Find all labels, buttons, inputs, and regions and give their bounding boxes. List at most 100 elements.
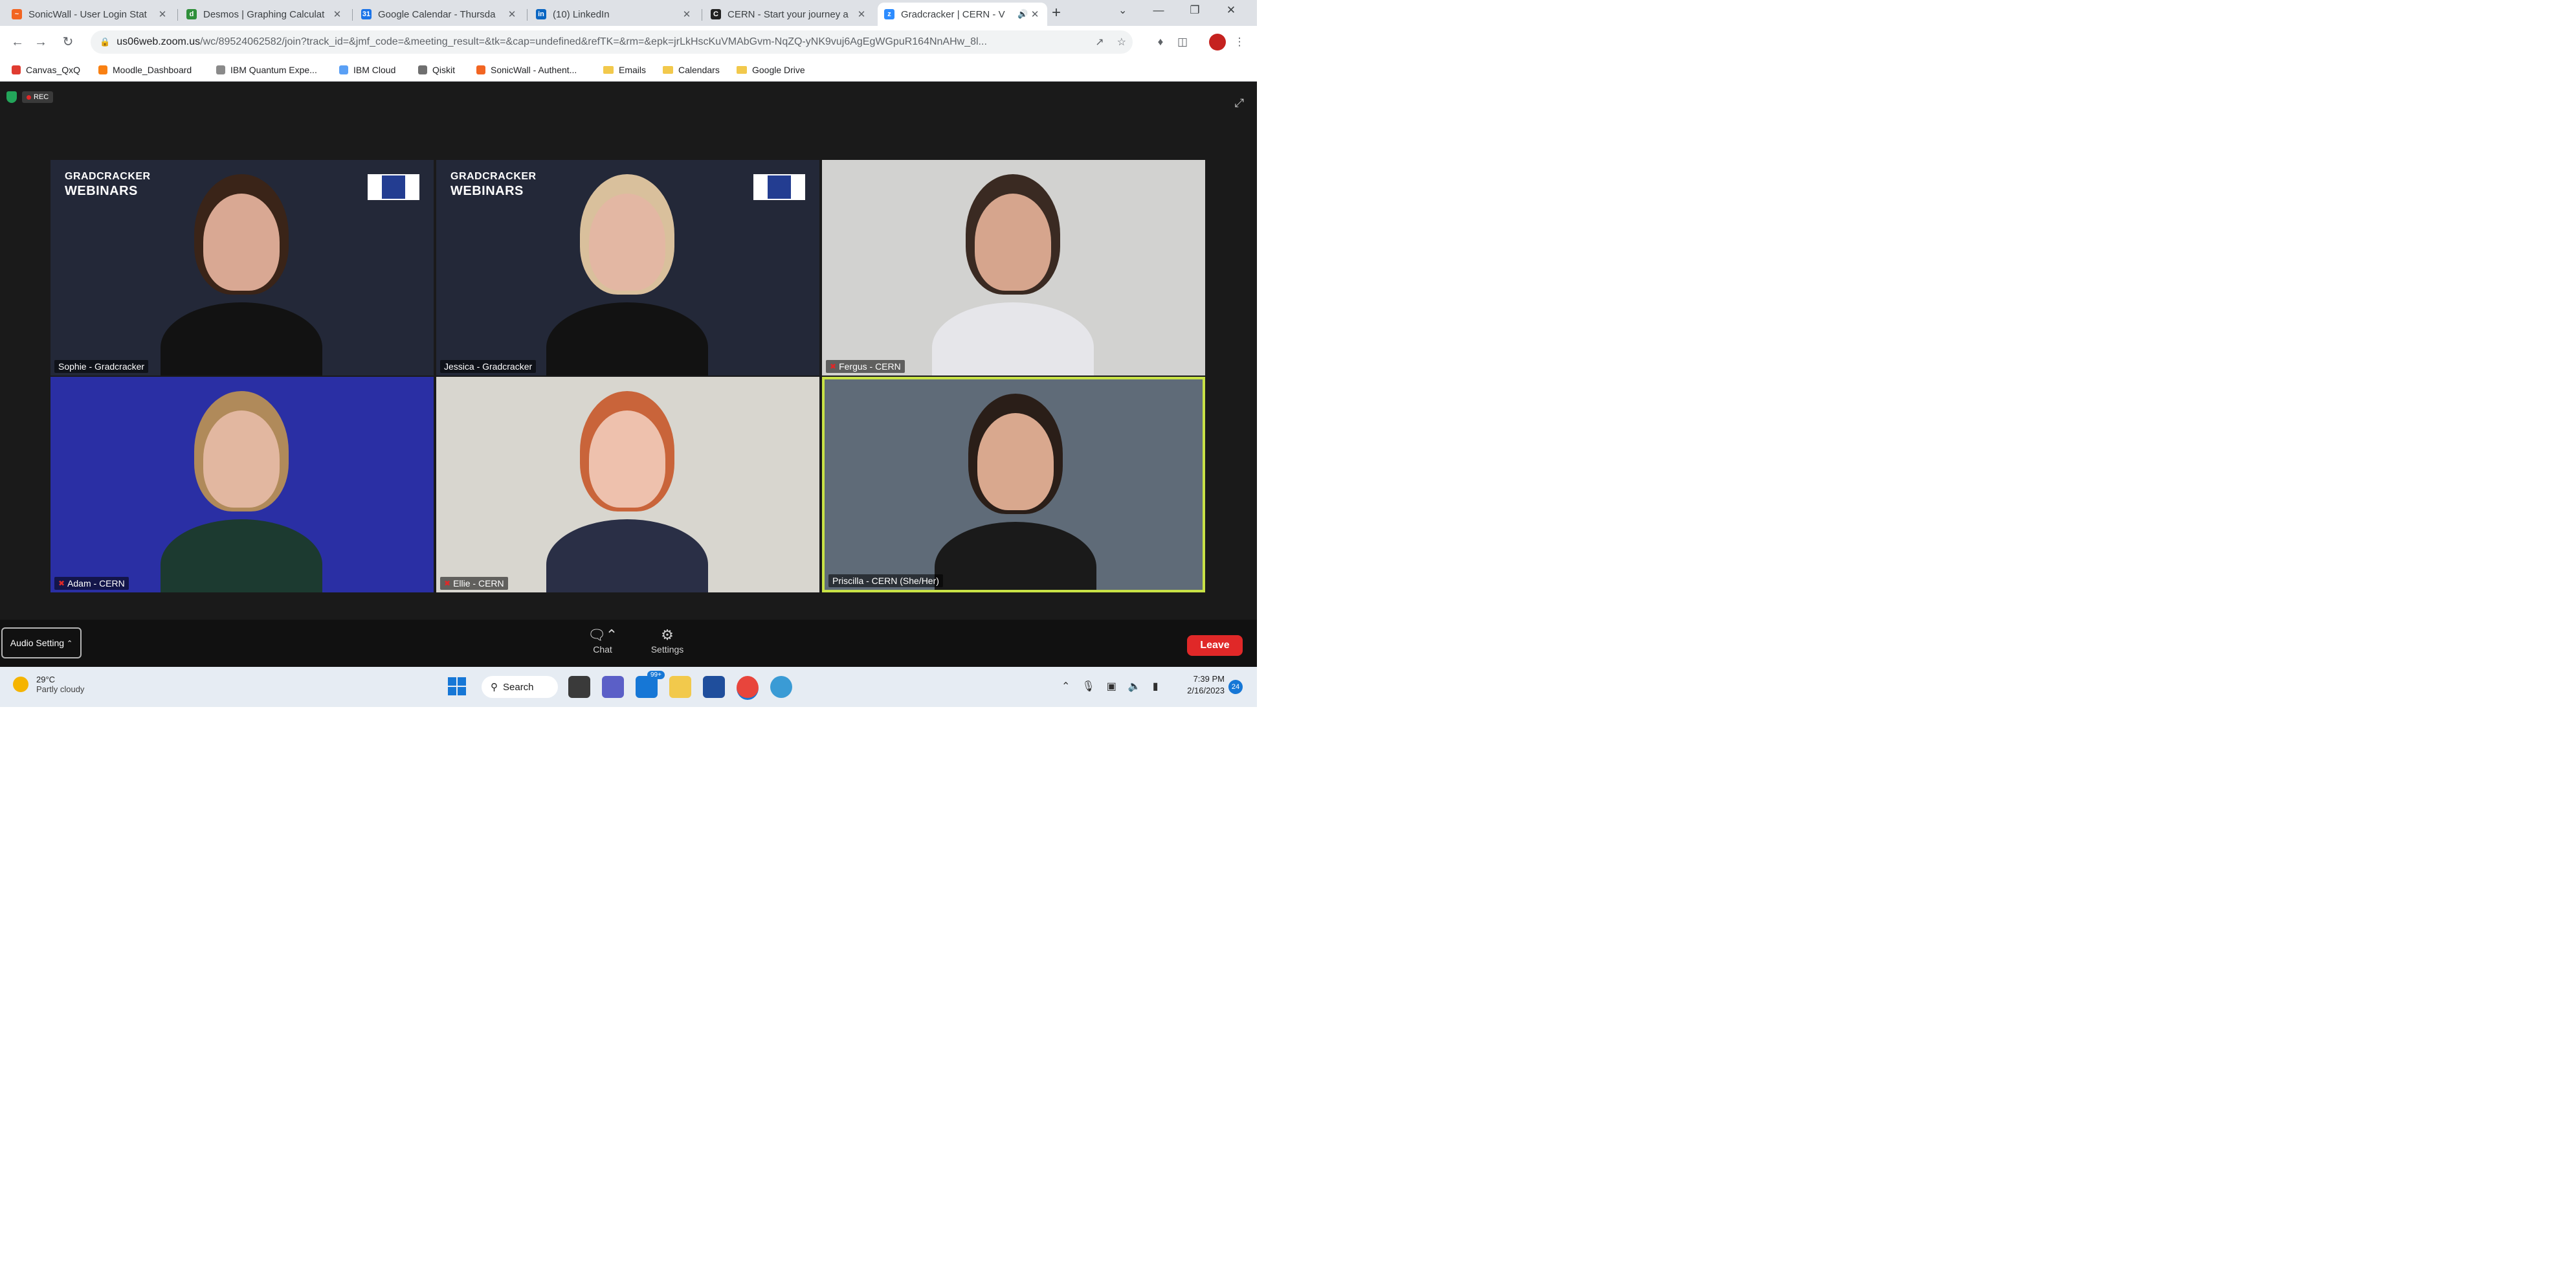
bookmark-7[interactable]: Emails [603,63,646,76]
tab-4[interactable]: in (10) LinkedIn ✕ [529,3,699,26]
participant-name-tag: Priscilla - CERN (She/Her) [828,574,943,587]
restore-icon[interactable]: ❐ [1182,4,1208,21]
mail-badge: 99+ [647,671,665,679]
chat-bubble-icon: 🗨⌃ [587,627,618,643]
lock-icon[interactable]: 🔒 [100,37,110,47]
participant-name: Fergus - CERN [839,361,901,372]
tab-6[interactable]: z Gradcracker | CERN - V 🔊 ✕ [878,3,1047,26]
leave-button[interactable]: Leave [1187,635,1243,656]
url-text[interactable]: us06web.zoom.us/wc/89524062582/join?trac… [117,36,1089,48]
notification-badge[interactable]: 24 [1228,680,1243,694]
tab-close-icon[interactable]: ✕ [331,8,343,20]
bookmark-label: Calendars [678,65,720,75]
participant-video-tile[interactable]: ✖ Fergus - CERN [822,160,1205,376]
participant-video-tile[interactable]: Priscilla - CERN (She/Her) [822,377,1205,592]
reload-icon[interactable]: ↻ [58,32,78,52]
store-icon[interactable] [703,676,725,698]
tab-5[interactable]: C CERN - Start your journey a ✕ [704,3,874,26]
mail-icon[interactable] [636,676,658,698]
participant-video-tile[interactable]: ✖ Ellie - CERN [436,377,819,592]
settings-button[interactable]: ⚙ Settings [645,626,690,655]
chat-button[interactable]: 🗨⌃ Chat [580,626,625,655]
tab-title: (10) LinkedIn [553,8,610,20]
bookmark-label: Canvas_QxQ [26,65,81,75]
fullscreen-icon[interactable]: ⤢ [1235,96,1244,110]
audio-setting-button[interactable]: Audio Setting ⌃ [1,627,82,658]
browser-toolbar: ← → ↻ 🔒 us06web.zoom.us/wc/89524062582/j… [0,26,1257,58]
bookmark-3[interactable]: IBM Quantum Expe... [216,63,317,76]
bookmark-4[interactable]: IBM Cloud [339,63,395,76]
taskbar-search-label: Search [503,681,534,693]
teams-chat-icon[interactable] [602,676,624,698]
tab-close-icon[interactable]: ✕ [681,8,693,20]
cern-logo-icon [753,174,805,200]
tab-audio-icon[interactable]: 🔊 [1017,9,1029,19]
profile-avatar[interactable] [1209,34,1226,51]
bookmark-8[interactable]: Calendars [663,63,720,76]
bookmark-6[interactable]: SonicWall - Authent... [476,63,577,76]
windows-start-icon[interactable] [448,677,466,695]
encryption-shield-icon[interactable] [6,91,17,103]
tab-favicon-icon: ~ [12,9,22,19]
qiskit-icon [418,65,427,74]
new-tab-button[interactable]: + [1047,4,1065,22]
file-explorer-icon[interactable] [669,676,691,698]
url-path: /wc/89524062582/join?track_id=&jmf_code=… [200,36,987,47]
chevron-up-icon[interactable]: ⌃ [1061,680,1070,693]
bookmark-1[interactable]: Canvas_QxQ [12,63,80,76]
bookmark-star-icon[interactable]: ☆ [1117,36,1126,49]
tab-close-icon[interactable]: ✕ [157,8,168,20]
tab-title: SonicWall - User Login Stat [28,8,147,20]
side-panel-icon[interactable]: ◫ [1174,34,1191,51]
gear-icon: ⚙ [661,627,674,643]
bookmark-9[interactable]: Google Drive [737,63,805,76]
minimize-icon[interactable]: — [1146,4,1171,21]
battery-icon[interactable]: ▮ [1153,680,1159,693]
menu-kebab-icon[interactable]: ⋮ [1231,34,1248,51]
participant-video-tile[interactable]: GRADCRACKER WEBINARS Jessica - Gradcracker [436,160,819,376]
clock[interactable]: 7:39 PM 2/16/2023 [1173,673,1225,697]
microphone-icon[interactable]: 🎙 [1082,680,1094,693]
app-globe-icon[interactable] [770,676,792,698]
participant-body [546,302,708,376]
chrome-icon[interactable] [737,676,759,700]
weather-desc: Partly cloudy [36,684,85,694]
tab-title: Gradcracker | CERN - V [901,8,1005,20]
volume-icon[interactable]: 🔈 [1128,680,1141,693]
cern-logo-icon [368,174,419,200]
recording-indicator: REC [6,91,54,103]
bookmark-label: Moodle_Dashboard [113,65,192,75]
weather-widget[interactable]: 29°C Partly cloudy [13,675,84,694]
participant-video-tile[interactable]: ✖ Adam - CERN [50,377,434,592]
share-icon[interactable]: ↗ [1095,36,1104,49]
participant-name: Ellie - CERN [453,578,504,589]
tab-favicon-icon: 31 [361,9,372,19]
tab-favicon-icon: C [711,9,721,19]
extensions-puzzle-icon[interactable]: ♦ [1152,34,1169,51]
gradcracker-webinars-logo: GRADCRACKER WEBINARS [450,170,537,199]
tab-close-icon[interactable]: ✕ [1029,8,1041,20]
participant-video-tile[interactable]: GRADCRACKER WEBINARS Sophie - Gradcracker [50,160,434,376]
screen: ~ SonicWall - User Login Stat ✕ d Desmos | G… [0,0,1257,707]
tab-close-icon[interactable]: ✕ [506,8,518,20]
task-view-icon[interactable] [568,676,590,698]
bookmark-5[interactable]: Qiskit [418,63,455,76]
ibm-quantum-icon [216,65,225,74]
address-bar[interactable]: 🔒 us06web.zoom.us/wc/89524062582/join?tr… [91,30,1133,54]
back-arrow-icon[interactable]: ← [8,32,27,52]
tab-close-icon[interactable]: ✕ [856,8,867,20]
tab-1[interactable]: ~ SonicWall - User Login Stat ✕ [5,3,175,26]
tab-2[interactable]: d Desmos | Graphing Calculat ✕ [180,3,350,26]
bookmark-label: Emails [619,65,647,75]
tab-search-chevron-icon[interactable]: ⌄ [1118,4,1127,17]
close-window-icon[interactable]: ✕ [1218,4,1244,21]
browser-tab-strip: ~ SonicWall - User Login Stat ✕ d Desmos | G… [0,0,1257,26]
muted-mic-icon: ✖ [830,362,837,371]
forward-arrow-icon[interactable]: → [31,32,50,52]
tab-3[interactable]: 31 Google Calendar - Thursda ✕ [355,3,524,26]
participant-name: Sophie - Gradcracker [58,361,145,372]
taskbar-search-button[interactable]: ⚲ Search [482,676,558,698]
network-icon[interactable]: ▣ [1107,680,1116,693]
bookmark-2[interactable]: Moodle_Dashboard [98,63,192,76]
bookmark-label: IBM Quantum Expe... [230,65,317,75]
